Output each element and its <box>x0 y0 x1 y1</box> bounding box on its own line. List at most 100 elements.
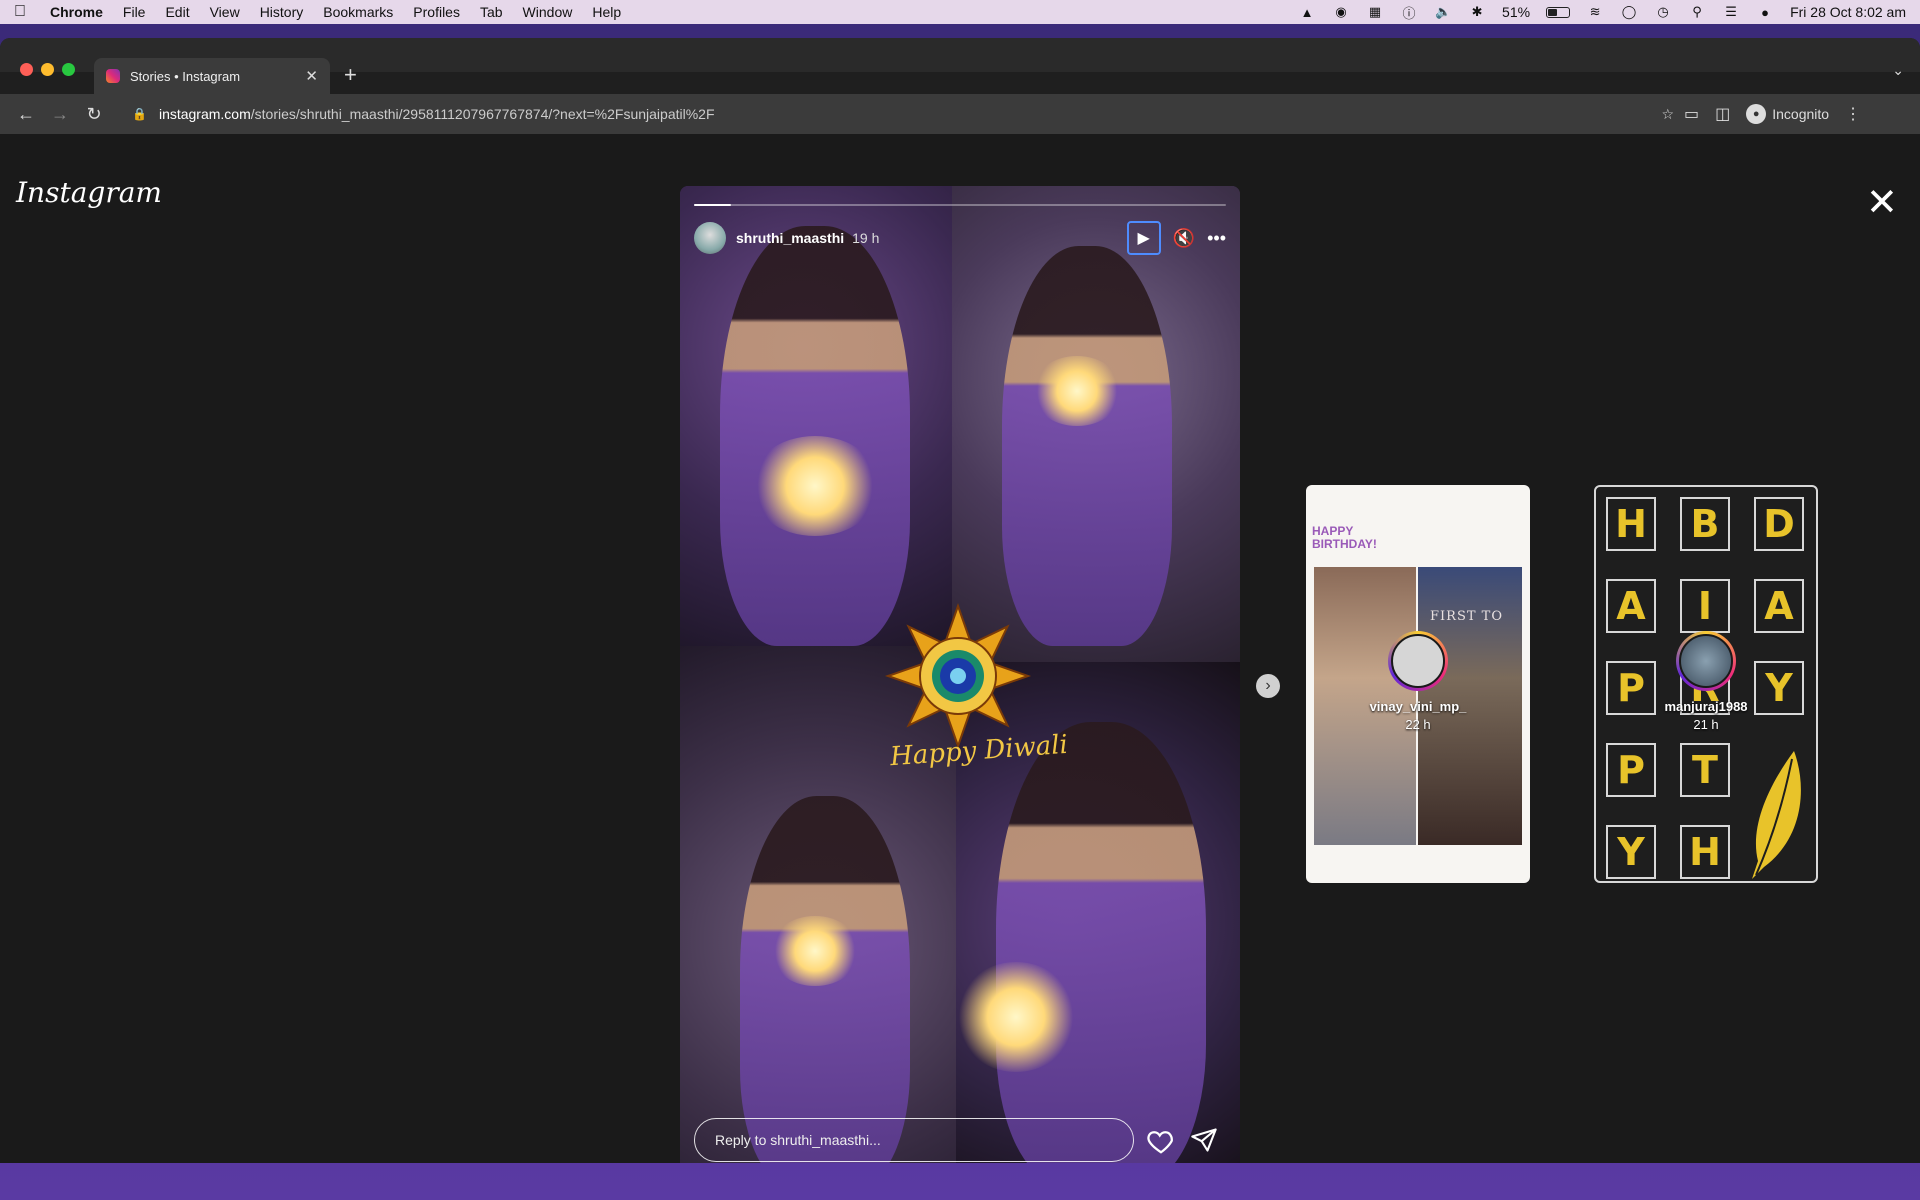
menu-bookmarks[interactable]: Bookmarks <box>323 4 393 20</box>
tab-title: Stories • Instagram <box>130 68 241 84</box>
chrome-window: Stories • Instagram ✕ + ⌄ ← → ↻ 🔒 instag… <box>0 38 1920 1163</box>
string-lights-glow <box>956 962 1076 1072</box>
window-close-button[interactable] <box>20 63 33 76</box>
preview-avatar-ring[interactable] <box>1676 631 1736 691</box>
window-zoom-button[interactable] <box>62 63 75 76</box>
battery-icon[interactable] <box>1546 6 1571 18</box>
avatar <box>1679 634 1733 688</box>
tab-search-chevron-icon[interactable]: ⌄ <box>1892 62 1904 79</box>
window-minimize-button[interactable] <box>41 63 54 76</box>
menu-app-chrome[interactable]: Chrome <box>50 4 103 20</box>
letter-tile: D <box>1754 497 1804 551</box>
happy-birthday-badge: HAPPY BIRTHDAY! <box>1312 525 1377 551</box>
instagram-stories-page: Instagram ✕ Happy Diwali shruthi_maasthi… <box>0 134 1920 1163</box>
incognito-icon: ● <box>1746 104 1767 124</box>
story-progress-fill <box>694 204 732 206</box>
more-options-icon[interactable]: ••• <box>1207 228 1226 249</box>
story-time: 19 h <box>852 230 880 246</box>
letter-tile: A <box>1606 579 1656 633</box>
avatar[interactable] <box>694 222 726 254</box>
story-header: shruthi_maasthi 19 h ▶ 🔇 ••• <box>694 221 1226 255</box>
story-person <box>996 722 1206 1163</box>
letter-tile: A <box>1754 579 1804 633</box>
preview-username: manjuraj1988 <box>1664 699 1748 714</box>
tab-close-icon[interactable]: ✕ <box>305 67 318 85</box>
story-controls: ▶ 🔇 ••• <box>1126 221 1226 255</box>
letter-tile: I <box>1680 579 1730 633</box>
toolbar-right: ▭ ◫ ● Incognito ⋮ <box>1684 104 1861 124</box>
preview-username: vinay_vini_mp_ <box>1369 699 1467 714</box>
battery-percent: 51% <box>1502 4 1531 20</box>
menu-profiles[interactable]: Profiles <box>413 4 460 20</box>
letter-tile: T <box>1680 743 1730 797</box>
lock-icon[interactable]: 🔒 <box>132 107 147 121</box>
letter-tile: Y <box>1606 825 1656 879</box>
menu-view[interactable]: View <box>210 4 240 20</box>
back-button[interactable]: ← <box>12 100 40 128</box>
user-icon[interactable]: ◯ <box>1620 4 1638 19</box>
menubar-status-area: ▲ ◉ ▦ ⓘ 🔈 ✱ 51% ≋ ◯ ◷ ⚲ ☰ ● Fri 28 Oct 8… <box>1298 4 1906 21</box>
battery-fill <box>1548 8 1558 16</box>
share-send-icon[interactable] <box>1190 1126 1218 1154</box>
letter-tile: H <box>1680 825 1730 879</box>
incognito-label: Incognito <box>1772 106 1830 122</box>
chrome-menu-icon[interactable]: ⋮ <box>1845 104 1861 124</box>
apple-logo-icon[interactable]:  <box>14 3 32 21</box>
side-panel-icon[interactable]: ◫ <box>1715 104 1730 124</box>
reload-button[interactable]: ↻ <box>80 100 108 128</box>
avatar <box>1391 634 1445 688</box>
play-button[interactable]: ▶ <box>1126 221 1161 255</box>
instagram-logo[interactable]: Instagram <box>16 176 162 209</box>
app-tray-icon[interactable]: ▦ <box>1366 4 1384 19</box>
tab-stories-instagram[interactable]: Stories • Instagram ✕ <box>94 58 330 94</box>
incognito-profile-button[interactable]: ● Incognito <box>1746 104 1829 124</box>
bookmark-star-icon[interactable]: ☆ <box>1661 106 1674 123</box>
preview-time: 21 h <box>1693 717 1719 732</box>
story-username[interactable]: shruthi_maasthi <box>736 230 844 246</box>
preview-avatar-ring[interactable] <box>1388 631 1448 691</box>
badge-line-2: BIRTHDAY! <box>1312 537 1377 551</box>
info-icon[interactable]: ⓘ <box>1400 5 1418 21</box>
close-stories-icon[interactable]: ✕ <box>1866 184 1898 222</box>
reply-input[interactable]: Reply to shruthi_maasthi... <box>694 1118 1134 1162</box>
letter-tile: H <box>1606 497 1656 551</box>
window-controls <box>20 63 75 76</box>
instagram-favicon-icon <box>106 69 120 83</box>
wifi-icon[interactable]: ≋ <box>1586 4 1604 19</box>
story-preview-manjuraj[interactable]: H B D A I A P R Y P T Y H manjuraj1988 2… <box>1594 485 1818 883</box>
photo-caption-text: FIRST TO <box>1430 609 1503 624</box>
forward-button[interactable]: → <box>46 100 74 128</box>
active-story[interactable]: Happy Diwali shruthi_maasthi 19 h ▶ 🔇 ••… <box>680 186 1240 1163</box>
spotlight-search-icon[interactable]: ⚲ <box>1688 4 1706 19</box>
string-lights-glow <box>1032 356 1122 426</box>
bluetooth-icon[interactable]: ✱ <box>1468 4 1486 19</box>
mute-icon[interactable]: 🔇 <box>1173 228 1195 249</box>
arc-icon[interactable]: ▲ <box>1298 5 1316 20</box>
extensions-puzzle-icon[interactable]: ▭ <box>1684 104 1699 124</box>
menu-tab[interactable]: Tab <box>480 4 503 20</box>
clock-icon[interactable]: ◷ <box>1654 4 1672 19</box>
menubar-datetime[interactable]: Fri 28 Oct 8:02 am <box>1790 4 1906 20</box>
string-lights-glow <box>770 916 860 986</box>
control-center-icon[interactable]: ☰ <box>1722 4 1740 19</box>
url-host: instagram.com <box>158 106 251 122</box>
like-heart-icon[interactable] <box>1146 1126 1176 1156</box>
story-photo-top-left <box>680 186 952 646</box>
story-preview-vinay[interactable]: HAPPY BIRTHDAY! FIRST TO vinay_vini_mp_ … <box>1306 485 1530 883</box>
string-lights-glow <box>750 436 880 536</box>
menu-history[interactable]: History <box>260 4 304 20</box>
new-tab-button[interactable]: + <box>344 62 357 88</box>
siri-icon[interactable]: ● <box>1756 5 1774 20</box>
menu-help[interactable]: Help <box>592 4 621 20</box>
menu-edit[interactable]: Edit <box>165 4 189 20</box>
macos-menubar:  Chrome File Edit View History Bookmark… <box>0 0 1920 24</box>
url-path: /stories/shruthi_maasthi/295811120796776… <box>250 106 715 122</box>
story-progress-bar <box>694 204 1226 206</box>
volume-icon[interactable]: 🔈 <box>1434 4 1452 19</box>
creative-cloud-icon[interactable]: ◉ <box>1332 4 1350 19</box>
menu-window[interactable]: Window <box>523 4 573 20</box>
address-bar[interactable]: 🔒 instagram.com /stories/shruthi_maasthi… <box>124 99 1684 129</box>
menu-file[interactable]: File <box>123 4 146 20</box>
preview-time: 22 h <box>1405 717 1431 732</box>
next-story-chevron-icon[interactable]: › <box>1256 674 1280 698</box>
